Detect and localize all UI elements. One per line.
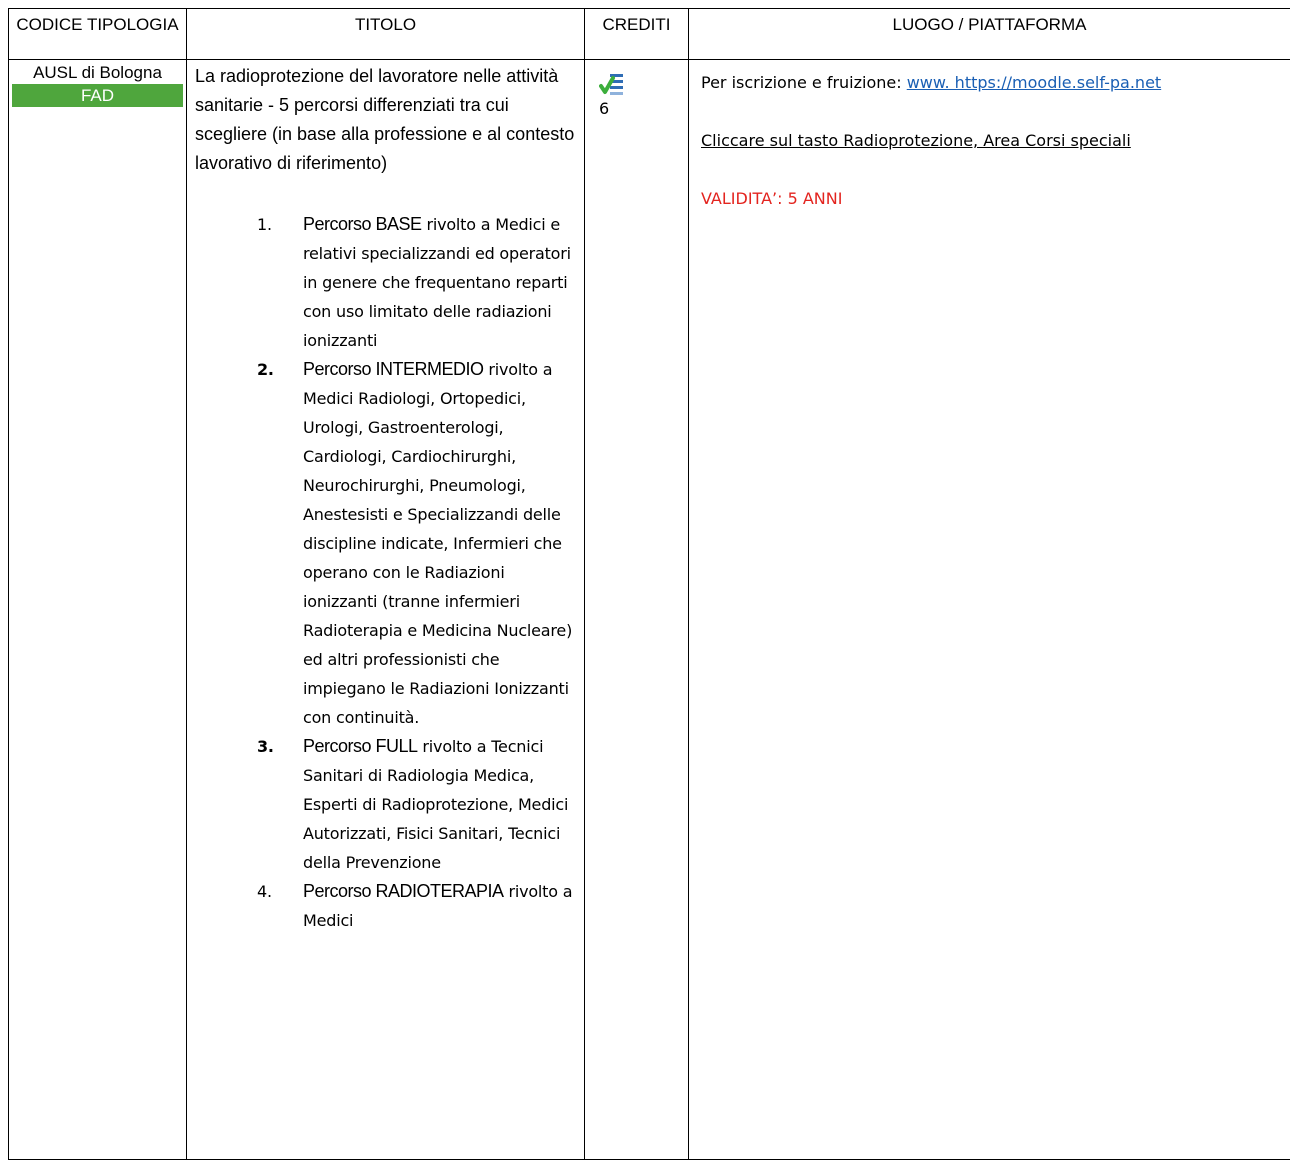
header-codice-tipologia: CODICE TIPOLOGIA (9, 9, 187, 60)
list-item: 2. Percorso INTERMEDIO rivolto a Medici … (195, 355, 576, 732)
credits-value: 6 (599, 98, 688, 120)
list-item-text: rivolto a Medici e relativi specializzan… (303, 215, 571, 350)
list-item-heading: Percorso RADIOTERAPIA (303, 881, 504, 901)
list-item-number: 3. (257, 732, 274, 761)
list-item-heading: Percorso INTERMEDIO (303, 359, 484, 379)
table-row: AUSL di Bologna FAD La radioprotezione d… (9, 60, 1290, 1160)
tipologia-badge: FAD (12, 84, 183, 107)
course-table-page: CODICE TIPOLOGIA TITOLO CREDITI LUOGO / … (8, 8, 1290, 1160)
list-item-text: rivolto a Tecnici Sanitari di Radiologia… (303, 737, 568, 872)
header-titolo: TITOLO (187, 9, 585, 60)
registration-label: Per iscrizione e fruizione: (701, 73, 907, 92)
list-item-heading: Percorso BASE (303, 214, 422, 234)
list-item-number: 1. (257, 210, 272, 239)
registration-line: Per iscrizione e fruizione: www. https:/… (701, 68, 1280, 97)
header-crediti: CREDITI (585, 9, 689, 60)
course-title: La radioprotezione del lavoratore nelle … (195, 62, 576, 178)
list-item: 4. Percorso RADIOTERAPIA rivolto a Medic… (195, 877, 576, 935)
luogo-piattaforma-cell: Per iscrizione e fruizione: www. https:/… (689, 60, 1290, 1160)
titolo-cell: La radioprotezione del lavoratore nelle … (187, 60, 585, 1160)
table-header-row: CODICE TIPOLOGIA TITOLO CREDITI LUOGO / … (9, 9, 1290, 60)
crediti-cell: 6 (585, 60, 689, 1160)
checklist-icon (599, 72, 625, 98)
course-table: CODICE TIPOLOGIA TITOLO CREDITI LUOGO / … (8, 8, 1290, 1160)
list-item: 3. Percorso FULL rivolto a Tecnici Sanit… (195, 732, 576, 877)
codice-tipologia-cell: AUSL di Bologna FAD (9, 60, 187, 1160)
list-item-heading: Percorso FULL (303, 736, 418, 756)
validity-note: VALIDITA’: 5 ANNI (701, 184, 1280, 213)
provider-name: AUSL di Bologna (13, 62, 182, 84)
header-luogo-piattaforma: LUOGO / PIATTAFORMA (689, 9, 1290, 60)
moodle-link[interactable]: www. https://moodle.self-pa.net (907, 73, 1161, 92)
list-item-text: rivolto a Medici Radiologi, Ortopedici, … (303, 360, 572, 727)
percorsi-list: 1. Percorso BASE rivolto a Medici e rela… (195, 210, 576, 935)
list-item-number: 4. (257, 877, 272, 906)
list-item: 1. Percorso BASE rivolto a Medici e rela… (195, 210, 576, 355)
access-instructions: Cliccare sul tasto Radioprotezione, Area… (701, 126, 1280, 155)
list-item-number: 2. (257, 355, 274, 384)
